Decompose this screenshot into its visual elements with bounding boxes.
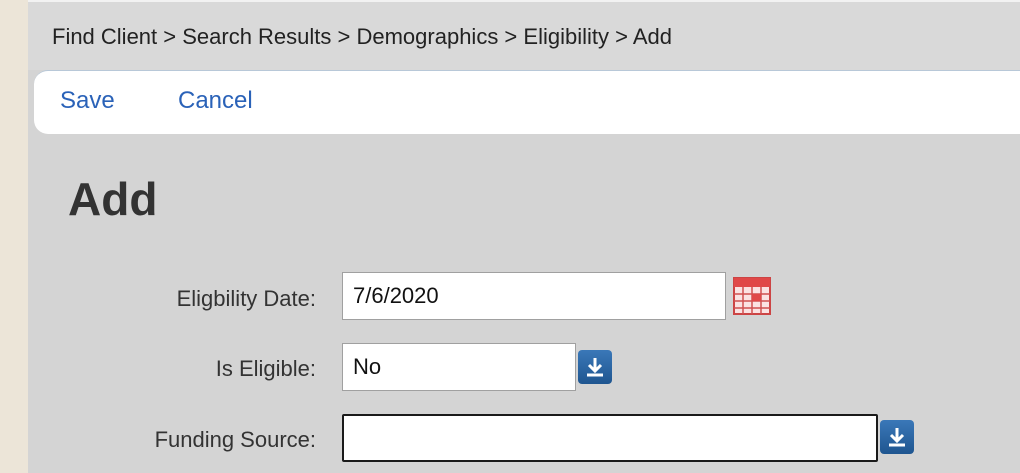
is-eligible-select[interactable]	[342, 343, 576, 391]
breadcrumb-text: Find Client > Search Results > Demograph…	[52, 24, 672, 49]
dropdown-arrow-icon	[587, 358, 603, 377]
action-toolbar: Save Cancel	[34, 70, 1020, 134]
dropdown-arrow-icon	[889, 428, 905, 447]
funding-source-dropdown-button[interactable]	[880, 420, 914, 454]
save-button[interactable]: Save	[60, 87, 115, 115]
eligibility-date-label: Eligbility Date:	[176, 286, 316, 311]
page-title: Add	[68, 173, 158, 225]
funding-source-label: Funding Source:	[154, 427, 316, 452]
funding-source-select[interactable]	[342, 414, 878, 462]
calendar-icon[interactable]	[732, 276, 772, 316]
is-eligible-dropdown-button[interactable]	[578, 350, 612, 384]
is-eligible-label: Is Eligible:	[215, 356, 316, 381]
breadcrumb: Find Client > Search Results > Demograph…	[28, 0, 1020, 70]
cancel-button[interactable]: Cancel	[178, 87, 253, 115]
main-panel: Find Client > Search Results > Demograph…	[28, 0, 1020, 473]
eligibility-date-input[interactable]	[342, 272, 726, 320]
